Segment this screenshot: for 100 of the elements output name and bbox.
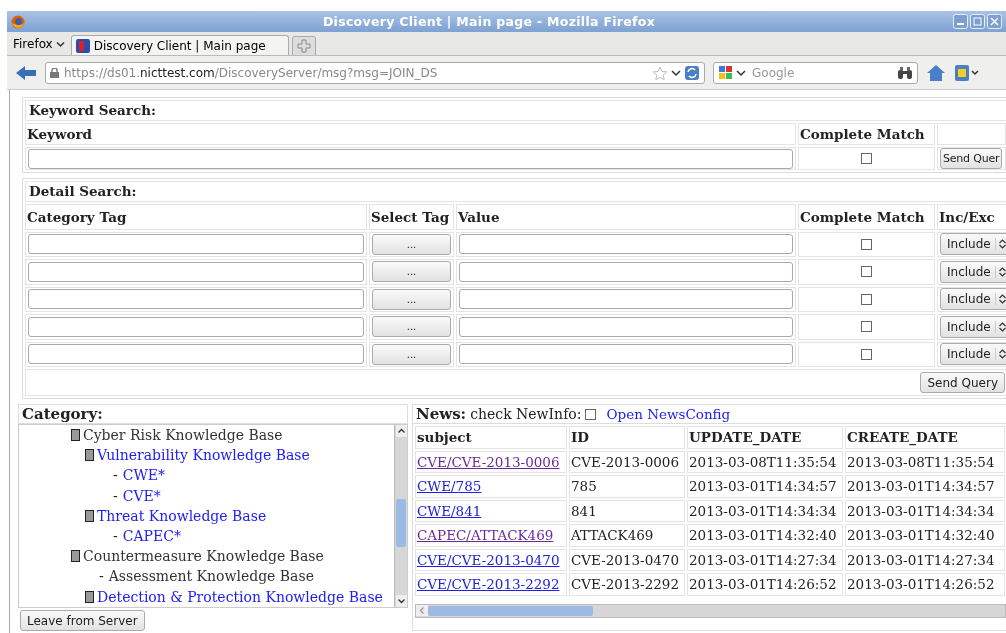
vertical-scrollbar[interactable] <box>394 425 407 607</box>
caret-icon <box>55 40 65 48</box>
firefox-logo-icon <box>11 14 25 29</box>
select-tag-button[interactable]: ... <box>372 343 451 365</box>
table-cell <box>937 123 1006 145</box>
scrollbar-thumb[interactable] <box>428 605 593 616</box>
select-tag-button[interactable]: ... <box>372 288 451 310</box>
scroll-left-icon[interactable] <box>416 605 428 616</box>
tree-item[interactable]: Cyber Risk Knowledge Base <box>83 427 283 444</box>
column-header: Value <box>456 204 796 230</box>
send-query-button[interactable]: Send Quer <box>940 148 1003 169</box>
category-tag-input[interactable] <box>28 344 364 365</box>
scroll-down-icon[interactable] <box>395 595 407 607</box>
tree-item[interactable]: Vulnerability Knowledge Base <box>97 447 310 464</box>
value-input[interactable] <box>459 261 793 282</box>
binoculars-icon[interactable] <box>897 65 913 80</box>
column-header: Complete Match <box>798 204 935 230</box>
collapse-toggle[interactable] <box>85 449 94 462</box>
collapse-toggle[interactable] <box>85 590 94 603</box>
checkbox[interactable] <box>861 266 872 278</box>
up-down-arrows-icon <box>994 265 1006 278</box>
section-heading: Keyword Search: <box>25 100 1006 121</box>
category-tag-input[interactable] <box>28 261 364 282</box>
browser-tab[interactable]: Discovery Client | Main page <box>70 35 289 55</box>
maximize-button[interactable] <box>970 14 985 29</box>
star-icon[interactable] <box>652 65 668 80</box>
dropdown-caret-icon[interactable] <box>671 68 681 77</box>
send-query-button[interactable]: Send Query <box>920 372 1005 393</box>
firefox-menu-button[interactable]: Firefox <box>7 37 71 55</box>
section-heading: Detail Search: <box>25 181 1006 202</box>
include-dropdown[interactable]: Include <box>940 288 1006 311</box>
select-tag-button[interactable]: ... <box>372 233 451 255</box>
search-engine-icon[interactable] <box>718 64 734 81</box>
panel-heading: Category: <box>18 404 408 424</box>
tree-item[interactable]: CAPEC* <box>122 528 181 545</box>
tree-item[interactable]: Detection & Protection Knowledge Base <box>97 588 383 605</box>
table-cell: 841 <box>569 499 685 522</box>
value-input[interactable] <box>459 234 793 255</box>
new-tab-button[interactable] <box>291 36 316 55</box>
home-icon[interactable] <box>926 63 946 82</box>
scrollbar-thumb[interactable] <box>396 499 406 547</box>
window-title: Discovery Client | Main page - Mozilla Firefox <box>321 14 657 29</box>
tree-item[interactable]: Countermeasure Knowledge Base <box>83 548 324 565</box>
checkbox[interactable] <box>861 293 872 305</box>
lock-icon <box>50 67 59 78</box>
leave-server-button[interactable]: Leave from Server <box>20 610 145 631</box>
table-cell: 2013-03-01T14:34:57 <box>845 475 1005 498</box>
tree-item[interactable]: Assessment Knowledge Base <box>108 568 314 585</box>
column-header: Complete Match <box>798 123 935 145</box>
table-cell: 2013-03-01T14:32:40 <box>845 524 1005 547</box>
table-cell: ATTACK469 <box>569 524 685 547</box>
table-cell: 785 <box>569 475 685 498</box>
reload-icon[interactable] <box>684 64 700 81</box>
tree-item[interactable]: CWE* <box>122 467 166 484</box>
include-dropdown[interactable]: Include <box>940 233 1006 256</box>
column-header: Select Tag <box>369 204 454 230</box>
back-arrow-icon[interactable] <box>15 64 37 81</box>
url-field[interactable]: https://ds01.nicttest.com/DiscoveryServer/msg?msg=JOIN_DS <box>45 61 705 84</box>
dropdown-caret-icon[interactable] <box>736 68 746 77</box>
category-tag-input[interactable] <box>28 289 364 310</box>
column-header: ID <box>569 426 685 449</box>
check-label: check NewInfo: <box>470 406 582 422</box>
select-tag-button[interactable]: ... <box>372 316 451 338</box>
panel-heading: News: <box>416 405 467 423</box>
keyword-input[interactable] <box>28 148 793 169</box>
bookmarks-icon[interactable] <box>954 63 980 82</box>
value-input[interactable] <box>459 289 793 310</box>
include-dropdown[interactable]: Include <box>940 260 1006 283</box>
category-tag-input[interactable] <box>28 234 364 255</box>
collapse-toggle[interactable] <box>71 429 80 442</box>
favicon-icon <box>75 38 90 53</box>
select-tag-button[interactable]: ... <box>372 261 451 283</box>
collapse-toggle[interactable] <box>85 509 94 522</box>
value-input[interactable] <box>459 316 793 337</box>
scroll-up-icon[interactable] <box>395 425 407 437</box>
checkbox[interactable] <box>861 321 872 333</box>
collapse-toggle[interactable] <box>71 550 80 563</box>
tree-item[interactable]: CVE* <box>122 487 161 504</box>
category-tag-input[interactable] <box>28 316 364 337</box>
table-cell: 2013-03-01T14:34:34 <box>687 499 843 522</box>
table-cell: 2013-03-01T14:26:52 <box>687 573 843 596</box>
table-cell: CVE-2013-0006 <box>569 450 685 473</box>
include-dropdown[interactable]: Include <box>940 315 1006 338</box>
value-input[interactable] <box>459 344 793 365</box>
table-cell: 2013-03-08T11:35:54 <box>687 450 843 473</box>
tree-item[interactable]: Threat Knowledge Base <box>97 507 267 524</box>
tree-bullet: - <box>113 467 118 484</box>
close-button[interactable] <box>987 14 1002 29</box>
up-down-arrows-icon <box>994 348 1006 361</box>
checkbox[interactable] <box>861 153 872 164</box>
table-cell: 2013-03-01T14:26:52 <box>845 573 1005 596</box>
checkbox[interactable] <box>585 408 597 420</box>
column-header: CREATE_DATE <box>845 426 1005 449</box>
checkbox[interactable] <box>861 348 872 360</box>
horizontal-scrollbar[interactable] <box>415 603 1006 618</box>
column-header: UPDATE_DATE <box>687 426 843 449</box>
minimize-button[interactable] <box>953 14 968 29</box>
news-config-link[interactable]: Open NewsConfig <box>606 406 731 422</box>
include-dropdown[interactable]: Include <box>940 343 1006 366</box>
checkbox[interactable] <box>861 238 872 250</box>
